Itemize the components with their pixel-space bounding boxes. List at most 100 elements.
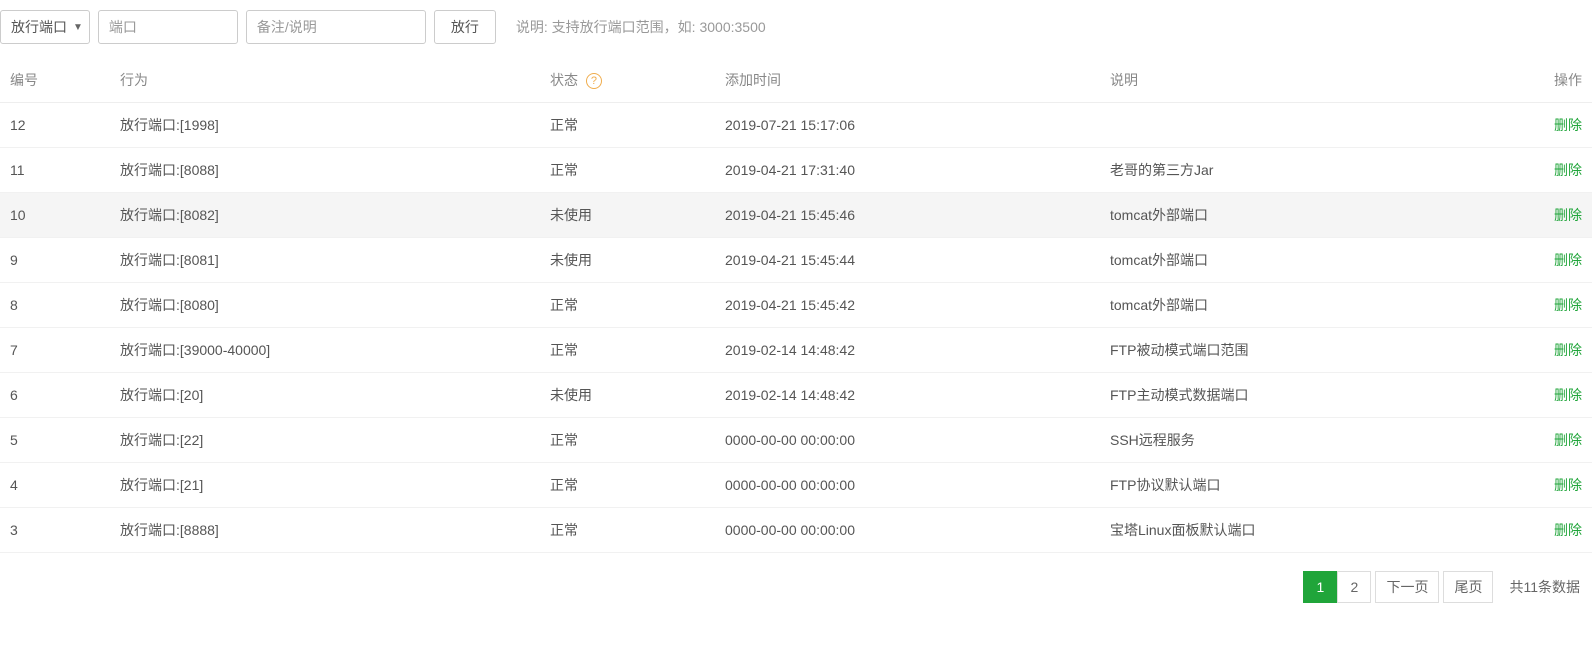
cell-op: 删除 [1532,283,1592,328]
pager-last[interactable]: 尾页 [1443,571,1493,603]
table-row: 6放行端口:[20]未使用2019-02-14 14:48:42FTP主动模式数… [0,373,1592,418]
select-label: 放行端口 [11,17,67,37]
cell-desc: SSH远程服务 [1100,418,1532,463]
port-input[interactable] [98,10,238,44]
cell-status: 正常 [540,328,715,373]
memo-input[interactable] [246,10,426,44]
cell-op: 删除 [1532,148,1592,193]
cell-time: 2019-04-21 17:31:40 [715,148,1100,193]
table-row: 9放行端口:[8081]未使用2019-04-21 15:45:44tomcat… [0,238,1592,283]
cell-status: 未使用 [540,238,715,283]
cell-id: 4 [0,463,110,508]
table-row: 12放行端口:[1998]正常2019-07-21 15:17:06 删除 [0,103,1592,148]
caret-down-icon: ▼ [73,22,83,33]
delete-link[interactable]: 删除 [1554,207,1582,223]
cell-desc: FTP被动模式端口范围 [1100,328,1532,373]
table-row: 4放行端口:[21]正常0000-00-00 00:00:00FTP协议默认端口… [0,463,1592,508]
delete-link[interactable]: 删除 [1554,162,1582,178]
header-id: 编号 [0,58,110,103]
cell-time: 2019-02-14 14:48:42 [715,373,1100,418]
cell-action: 放行端口:[8081] [110,238,540,283]
delete-link[interactable]: 删除 [1554,387,1582,403]
pagination: 12 下一页 尾页 共11条数据 [0,553,1592,621]
cell-op: 删除 [1532,103,1592,148]
cell-action: 放行端口:[39000-40000] [110,328,540,373]
cell-action: 放行端口:[1998] [110,103,540,148]
cell-time: 2019-04-21 15:45:46 [715,193,1100,238]
cell-status: 正常 [540,508,715,553]
cell-action: 放行端口:[8888] [110,508,540,553]
table-header-row: 编号 行为 状态 ? 添加时间 说明 操作 [0,58,1592,103]
cell-id: 6 [0,373,110,418]
delete-link[interactable]: 删除 [1554,117,1582,133]
cell-desc: tomcat外部端口 [1100,283,1532,328]
cell-id: 5 [0,418,110,463]
hint-text: 说明: 支持放行端口范围，如: 3000:3500 [516,17,766,37]
cell-status: 正常 [540,418,715,463]
delete-link[interactable]: 删除 [1554,297,1582,313]
header-status-label: 状态 [550,72,578,88]
pager-total: 共11条数据 [1497,577,1592,597]
cell-desc: 老哥的第三方Jar [1100,148,1532,193]
delete-link[interactable]: 删除 [1554,432,1582,448]
cell-id: 10 [0,193,110,238]
cell-time: 0000-00-00 00:00:00 [715,463,1100,508]
cell-op: 删除 [1532,418,1592,463]
cell-op: 删除 [1532,373,1592,418]
cell-status: 未使用 [540,373,715,418]
cell-action: 放行端口:[8080] [110,283,540,328]
cell-action: 放行端口:[8088] [110,148,540,193]
table-row: 8放行端口:[8080]正常2019-04-21 15:45:42tomcat外… [0,283,1592,328]
cell-action: 放行端口:[22] [110,418,540,463]
cell-time: 2019-04-21 15:45:42 [715,283,1100,328]
table-row: 3放行端口:[8888]正常0000-00-00 00:00:00宝塔Linux… [0,508,1592,553]
table-row: 10放行端口:[8082]未使用2019-04-21 15:45:46tomca… [0,193,1592,238]
cell-id: 7 [0,328,110,373]
table-row: 7放行端口:[39000-40000]正常2019-02-14 14:48:42… [0,328,1592,373]
pager-page-1[interactable]: 1 [1303,571,1337,603]
delete-link[interactable]: 删除 [1554,252,1582,268]
cell-desc: tomcat外部端口 [1100,193,1532,238]
cell-id: 8 [0,283,110,328]
cell-id: 12 [0,103,110,148]
cell-id: 9 [0,238,110,283]
cell-time: 2019-04-21 15:45:44 [715,238,1100,283]
cell-op: 删除 [1532,328,1592,373]
header-op: 操作 [1532,58,1592,103]
cell-status: 未使用 [540,193,715,238]
cell-desc [1100,103,1532,148]
firewall-table: 编号 行为 状态 ? 添加时间 说明 操作 12放行端口:[1998]正常201… [0,58,1592,553]
pager-page-2[interactable]: 2 [1337,571,1371,603]
cell-id: 3 [0,508,110,553]
cell-status: 正常 [540,463,715,508]
delete-link[interactable]: 删除 [1554,522,1582,538]
cell-op: 删除 [1532,463,1592,508]
table-row: 11放行端口:[8088]正常2019-04-21 17:31:40老哥的第三方… [0,148,1592,193]
cell-action: 放行端口:[21] [110,463,540,508]
header-desc: 说明 [1100,58,1532,103]
header-status: 状态 ? [540,58,715,103]
cell-desc: 宝塔Linux面板默认端口 [1100,508,1532,553]
action-type-select[interactable]: 放行端口 ▼ [0,10,90,44]
cell-id: 11 [0,148,110,193]
table-row: 5放行端口:[22]正常0000-00-00 00:00:00SSH远程服务删除 [0,418,1592,463]
help-icon[interactable]: ? [586,73,602,89]
pager-next[interactable]: 下一页 [1375,571,1439,603]
cell-action: 放行端口:[8082] [110,193,540,238]
cell-time: 2019-02-14 14:48:42 [715,328,1100,373]
cell-op: 删除 [1532,238,1592,283]
delete-link[interactable]: 删除 [1554,477,1582,493]
cell-action: 放行端口:[20] [110,373,540,418]
cell-status: 正常 [540,103,715,148]
submit-button[interactable]: 放行 [434,10,496,44]
header-action: 行为 [110,58,540,103]
cell-time: 2019-07-21 15:17:06 [715,103,1100,148]
cell-status: 正常 [540,148,715,193]
cell-op: 删除 [1532,508,1592,553]
cell-desc: FTP主动模式数据端口 [1100,373,1532,418]
toolbar: 放行端口 ▼ 放行 说明: 支持放行端口范围，如: 3000:3500 [0,0,1592,58]
delete-link[interactable]: 删除 [1554,342,1582,358]
cell-desc: FTP协议默认端口 [1100,463,1532,508]
header-time: 添加时间 [715,58,1100,103]
cell-time: 0000-00-00 00:00:00 [715,508,1100,553]
